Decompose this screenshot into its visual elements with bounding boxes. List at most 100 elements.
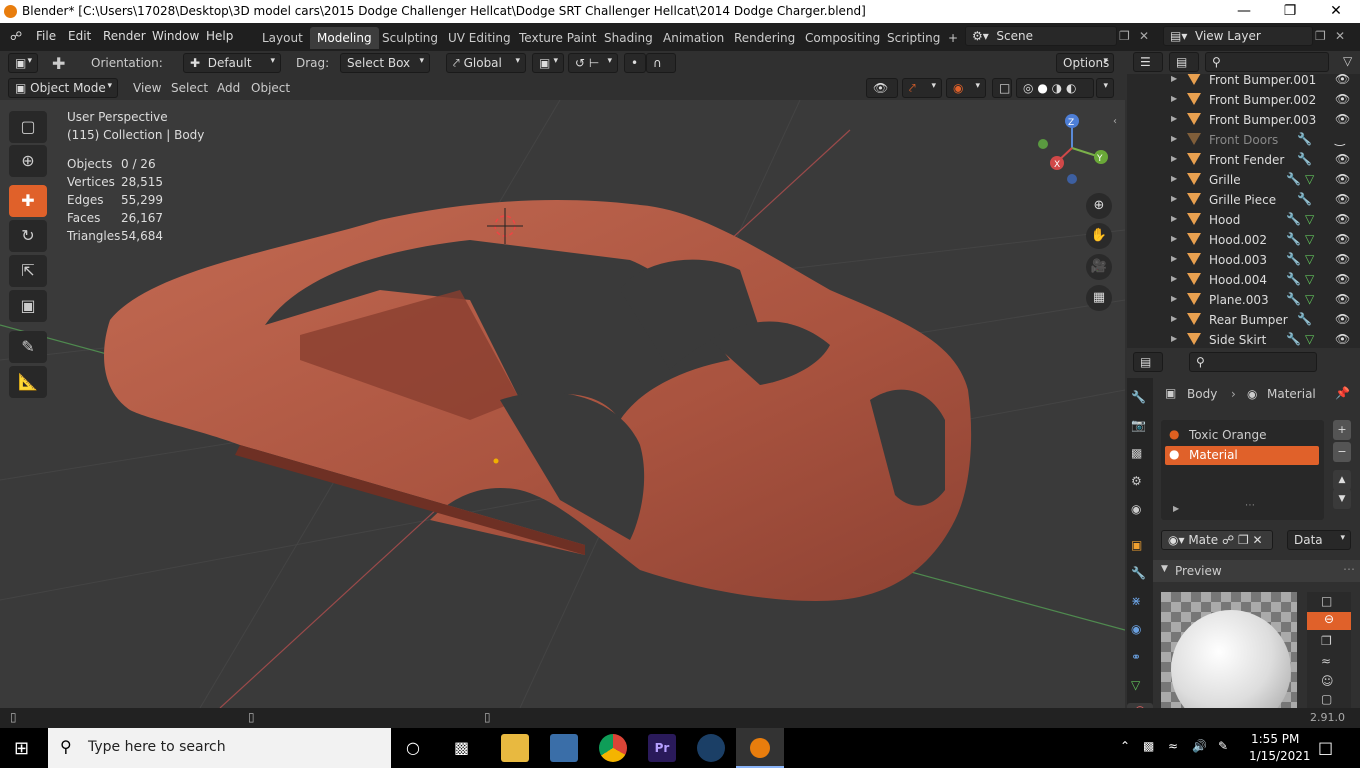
outliner-row[interactable]: ▶ Side Skirt 🔧 ▽ 👁 xyxy=(1127,330,1360,348)
mesh-data-icon[interactable]: ▽ xyxy=(1305,292,1314,306)
material-shading-icon[interactable]: ◑ xyxy=(1052,81,1062,95)
visibility-eye-icon[interactable]: 👁 xyxy=(1335,172,1350,186)
sidebar-toggle-icon[interactable]: ‹ xyxy=(1113,116,1117,127)
output-tab-icon[interactable]: ▩ xyxy=(1131,446,1142,460)
tab-layout[interactable]: Layout xyxy=(255,27,310,49)
expand-arrow-icon[interactable]: ▶ xyxy=(1171,114,1177,123)
maximize-button[interactable]: ❐ xyxy=(1267,2,1313,21)
outliner-item-name[interactable]: Grille Piece xyxy=(1209,193,1276,207)
expand-arrow-icon[interactable]: ▶ xyxy=(1171,234,1177,243)
tab-shading[interactable]: Shading xyxy=(597,27,660,49)
preview-cube-icon[interactable]: ❐ xyxy=(1321,634,1332,648)
transform-orientation-dropdown[interactable]: ⤤ Global ▾ xyxy=(446,53,526,73)
outliner-item-name[interactable]: Front Bumper.003 xyxy=(1209,113,1316,127)
modifier-wrench-icon[interactable]: 🔧 xyxy=(1286,212,1301,226)
blender-taskbar-button[interactable] xyxy=(736,728,784,768)
outliner-item-name[interactable]: Plane.003 xyxy=(1209,293,1269,307)
visibility-eye-icon[interactable]: 👁 xyxy=(1335,232,1350,246)
resize-handle[interactable]: ⋯ xyxy=(1245,500,1255,511)
premiere-icon[interactable]: Pr xyxy=(648,734,676,762)
new-view-layer-icon[interactable]: ❐ xyxy=(1315,29,1326,43)
visibility-eye-icon[interactable]: 👁 xyxy=(1335,74,1350,86)
filter-icon[interactable]: ▽ xyxy=(1343,54,1352,68)
shading-options-dropdown[interactable]: ▾ xyxy=(1096,78,1114,98)
preview-flat-icon[interactable]: □ xyxy=(1321,594,1332,608)
xray-toggle[interactable]: □ xyxy=(992,78,1012,98)
outliner-row[interactable]: ▶ Front Bumper.003 👁 xyxy=(1127,110,1360,130)
solid-shading-icon[interactable]: ● xyxy=(1037,81,1047,95)
add-slot-button[interactable]: + xyxy=(1333,420,1351,440)
mesh-data-icon[interactable]: ▽ xyxy=(1305,172,1314,186)
visibility-eye-icon[interactable]: 👁 xyxy=(1335,112,1350,126)
outliner-item-name[interactable]: Front Bumper.002 xyxy=(1209,93,1316,107)
rotate-tool-icon[interactable]: ↻ xyxy=(9,220,47,252)
modifier-tab-icon[interactable]: 🔧 xyxy=(1131,566,1146,580)
taskbar-search-box[interactable]: ⚲ Type here to search xyxy=(48,728,391,768)
add-workspace-button[interactable]: + xyxy=(941,27,965,49)
drag-dropdown[interactable]: Select Box ▾ xyxy=(340,53,430,73)
measure-tool-icon[interactable]: 📐 xyxy=(9,366,47,398)
outliner-row[interactable]: ▶ Front Fender 🔧 👁 xyxy=(1127,150,1360,170)
outliner-row[interactable]: ▶ Hood 🔧 ▽ 👁 xyxy=(1127,210,1360,230)
remove-slot-button[interactable]: − xyxy=(1333,442,1351,462)
wireframe-shading-icon[interactable]: ◎ xyxy=(1023,81,1033,95)
modifier-wrench-icon[interactable]: 🔧 xyxy=(1297,152,1312,166)
file-explorer-icon[interactable] xyxy=(501,734,529,762)
outliner-row[interactable]: ▶ Front Doors 🔧 ‿ xyxy=(1127,130,1360,150)
windows-start-icon[interactable]: ⊞ xyxy=(14,738,29,759)
visibility-eye-icon[interactable]: 👁 xyxy=(1335,272,1350,286)
expand-arrow-icon[interactable]: ▶ xyxy=(1171,294,1177,303)
move-down-button[interactable]: ▼ xyxy=(1333,489,1351,509)
visibility-eye-icon[interactable]: 👁 xyxy=(1335,152,1350,166)
navigation-gizmo[interactable]: Z Y X xyxy=(1038,114,1108,184)
gizmo-dropdown[interactable]: ⤤ ▾ xyxy=(902,78,942,98)
outliner-search-input[interactable]: ⚲ xyxy=(1205,52,1329,72)
data-tab-icon[interactable]: ▽ xyxy=(1131,678,1140,692)
tab-sculpting[interactable]: Sculpting xyxy=(375,27,445,49)
modifier-wrench-icon[interactable]: 🔧 xyxy=(1286,272,1301,286)
pan-hand-icon[interactable]: ✋ xyxy=(1086,223,1112,249)
transform-tool-icon[interactable]: ▣ xyxy=(9,290,47,322)
expand-arrow-icon[interactable]: ▶ xyxy=(1171,74,1177,83)
link-dropdown[interactable]: Data ▾ xyxy=(1287,530,1351,550)
pin-icon[interactable]: 📌 xyxy=(1335,386,1350,400)
world-tab-icon[interactable]: ◉ xyxy=(1131,502,1141,516)
new-scene-icon[interactable]: ❐ xyxy=(1119,29,1130,43)
store-icon[interactable] xyxy=(550,734,578,762)
tab-rendering[interactable]: Rendering xyxy=(727,27,802,49)
options-dropdown[interactable]: Options ▾ xyxy=(1056,53,1114,73)
render-tab-icon[interactable]: 📷 xyxy=(1131,418,1146,432)
pivot-dropdown[interactable]: ▣ ▾ xyxy=(532,53,564,73)
clock-time[interactable]: 1:55 PM xyxy=(1251,732,1299,746)
mesh-data-icon[interactable]: ▽ xyxy=(1305,212,1314,226)
pen-icon[interactable]: ✎ xyxy=(1218,739,1228,753)
orientation-dropdown[interactable]: ✚ Default ▾ xyxy=(183,53,281,73)
steam-icon[interactable] xyxy=(697,734,725,762)
material-browse-icon[interactable]: ◉▾ xyxy=(1168,533,1185,547)
snap-dropdown[interactable]: ↺ ⊢ ▾ xyxy=(568,53,618,73)
modifier-wrench-icon[interactable]: 🔧 xyxy=(1286,332,1301,346)
ortho-grid-icon[interactable]: ▦ xyxy=(1086,285,1112,311)
menu-file[interactable]: File xyxy=(36,29,56,43)
physics-tab-icon[interactable]: ◉ xyxy=(1131,622,1141,636)
modifier-wrench-icon[interactable]: 🔧 xyxy=(1286,252,1301,266)
preview-cloth-icon[interactable]: ▢ xyxy=(1321,692,1332,706)
tab-modeling[interactable]: Modeling xyxy=(310,27,379,49)
preview-monkey-icon[interactable]: ☺ xyxy=(1321,674,1334,688)
select-box-tool-icon[interactable]: ▢ xyxy=(9,111,47,143)
menu-render[interactable]: Render xyxy=(103,29,146,43)
modifier-wrench-icon[interactable]: 🔧 xyxy=(1297,192,1312,206)
close-button[interactable]: ✕ xyxy=(1313,2,1359,21)
modifier-wrench-icon[interactable]: 🔧 xyxy=(1286,172,1301,186)
scene-selector[interactable]: ⚙▾ Scene xyxy=(965,26,1117,46)
delete-scene-icon[interactable]: ✕ xyxy=(1139,29,1149,43)
visibility-eye-icon[interactable]: 👁 xyxy=(1335,192,1350,206)
scale-tool-icon[interactable]: ⇱ xyxy=(9,255,47,287)
cursor-tool-icon[interactable]: ⊕ xyxy=(9,145,47,177)
duplicate-icon[interactable]: ❐ xyxy=(1238,533,1249,547)
add-menu[interactable]: Add xyxy=(217,81,240,95)
overlay-dropdown[interactable]: ◉ ▾ xyxy=(946,78,986,98)
minimize-button[interactable]: — xyxy=(1221,2,1267,21)
outliner-row[interactable]: ▶ Grille 🔧 ▽ 👁 xyxy=(1127,170,1360,190)
outliner-item-name[interactable]: Hood.003 xyxy=(1209,253,1267,267)
